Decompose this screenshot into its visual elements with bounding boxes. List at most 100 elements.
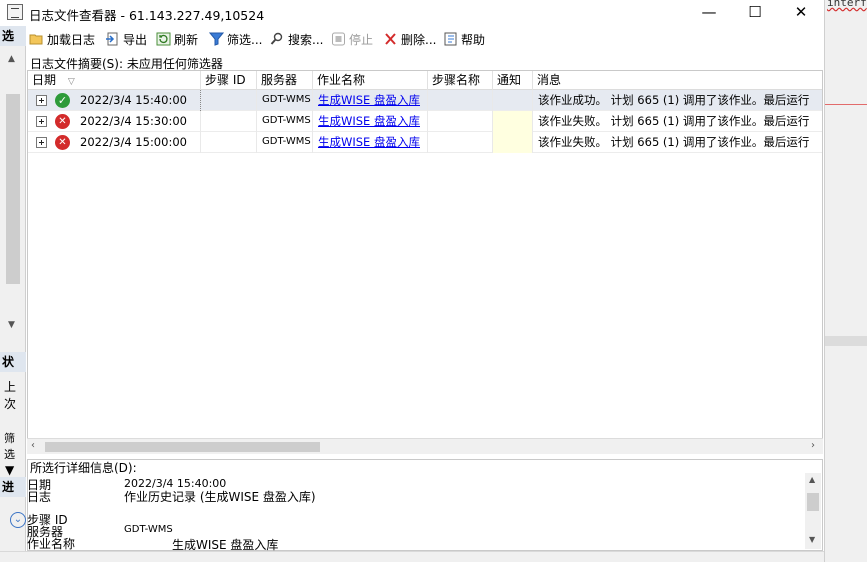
- server-cell: GDT-WMS: [257, 90, 313, 111]
- notify-cell: [493, 90, 533, 111]
- server-cell: GDT-WMS: [257, 111, 313, 132]
- message-cell: 该作业成功。 计划 665 (1) 调用了该作业。最后运行: [538, 93, 810, 107]
- step-id-cell: [201, 111, 257, 132]
- log-grid: 日期 ▽ 步骤 ID 服务器 作业名称 步骤名称 通知 消息 ✓ 2022/3/…: [27, 70, 823, 454]
- stop-button[interactable]: 停止: [331, 30, 373, 48]
- scroll-right-icon[interactable]: ›: [811, 440, 815, 451]
- vertical-scrollbar-thumb[interactable]: [807, 493, 819, 511]
- background-window-left-panel: 选 ▲ ▼ 状 上次 筛选 ▼ 进 ⌄: [0, 26, 26, 562]
- refresh-button[interactable]: 刷新: [156, 30, 198, 48]
- column-header-message[interactable]: 消息: [533, 71, 822, 90]
- expand-plus-icon[interactable]: [36, 137, 47, 148]
- error-x-icon: ✕: [55, 114, 70, 129]
- scroll-up-icon[interactable]: ▲: [8, 54, 15, 64]
- expand-plus-icon[interactable]: [36, 116, 47, 127]
- sort-descending-icon: ▽: [67, 77, 75, 87]
- column-header-step-id[interactable]: 步骤 ID: [201, 71, 257, 90]
- load-log-button[interactable]: 加载日志: [29, 30, 95, 48]
- export-button[interactable]: 导出: [105, 30, 147, 48]
- column-header-step-name[interactable]: 步骤名称: [428, 71, 493, 90]
- last-run-label: 上次: [4, 380, 17, 411]
- table-row[interactable]: ✓ 2022/3/4 15:40:00 GDT-WMS 生成WISE 盘盈入库 …: [28, 90, 822, 111]
- selected-row-details-label: 所选行详细信息(D):: [30, 461, 137, 475]
- funnel-icon: ▼: [5, 463, 15, 477]
- help-label: 帮助: [461, 32, 486, 47]
- message-cell: 该作业失败。 计划 665 (1) 调用了该作业。最后运行: [538, 114, 810, 128]
- log-viewer-app-icon: [7, 4, 23, 20]
- refresh-label: 刷新: [174, 32, 199, 47]
- column-header-job-name[interactable]: 作业名称: [313, 71, 428, 90]
- search-button[interactable]: 搜索...: [270, 30, 323, 48]
- detail-log-label: 日志: [27, 490, 52, 504]
- message-cell: 该作业失败。 计划 665 (1) 调用了该作业。最后运行: [538, 135, 810, 149]
- progress-section-header: 进: [0, 477, 26, 497]
- help-book-icon: [443, 32, 458, 46]
- filter-funnel-icon: [208, 32, 225, 46]
- column-header-server[interactable]: 服务器: [257, 71, 313, 90]
- filter-label: 筛选: [4, 432, 15, 461]
- left-panel-scrollbar-thumb[interactable]: [6, 94, 20, 284]
- step-id-cell: [201, 90, 257, 111]
- minimize-button[interactable]: —: [686, 0, 732, 26]
- background-editor-text: interf: [827, 0, 867, 9]
- delete-x-icon: [383, 32, 398, 46]
- grid-header: 日期 ▽ 步骤 ID 服务器 作业名称 步骤名称 通知 消息: [28, 71, 822, 90]
- date-cell: 2022/3/4 15:00:00: [80, 132, 201, 153]
- column-header-date[interactable]: 日期 ▽: [28, 71, 201, 90]
- delete-button[interactable]: 删除...: [383, 30, 436, 48]
- step-name-cell: [428, 132, 493, 153]
- help-button[interactable]: 帮助: [443, 30, 485, 48]
- export-icon: [105, 32, 120, 46]
- toolbar: 加载日志 导出 刷新 筛选... 搜索... 停止 删除... 帮助: [26, 27, 824, 51]
- server-cell: GDT-WMS: [257, 132, 313, 153]
- refresh-icon: [156, 32, 171, 46]
- filter-label: 筛选...: [227, 32, 263, 47]
- folder-open-icon: [29, 32, 44, 46]
- error-x-icon: ✕: [55, 135, 70, 150]
- close-button[interactable]: ✕: [778, 0, 824, 26]
- success-check-icon: ✓: [55, 93, 70, 108]
- select-page-header: 选: [0, 26, 26, 46]
- grid-horizontal-scrollbar[interactable]: ‹ ›: [27, 438, 823, 454]
- chevron-down-circle-icon[interactable]: ⌄: [10, 512, 26, 528]
- job-name-link[interactable]: 生成WISE 盘盈入库: [313, 90, 428, 111]
- bottom-status-strip: [0, 551, 824, 562]
- expand-plus-icon[interactable]: [36, 95, 47, 106]
- filter-button[interactable]: 筛选...: [208, 30, 263, 48]
- notify-cell: [493, 132, 533, 153]
- scroll-down-icon[interactable]: ▼: [8, 320, 15, 330]
- search-label: 搜索...: [288, 32, 324, 47]
- step-id-cell: [201, 132, 257, 153]
- detail-job-name-label: 作业名称: [27, 537, 76, 551]
- step-name-cell: [428, 90, 493, 111]
- load-log-label: 加载日志: [47, 32, 96, 47]
- background-window-right-panel: interf: [824, 0, 867, 562]
- date-cell: 2022/3/4 15:30:00: [80, 111, 201, 132]
- export-label: 导出: [123, 32, 148, 47]
- horizontal-scrollbar-thumb[interactable]: [45, 442, 320, 452]
- details-vertical-scrollbar[interactable]: ▲ ▼: [805, 473, 821, 549]
- scroll-left-icon[interactable]: ‹: [31, 440, 35, 451]
- background-divider: [825, 104, 867, 105]
- scroll-down-icon[interactable]: ▼: [809, 535, 815, 544]
- job-name-link[interactable]: 生成WISE 盘盈入库: [313, 111, 428, 132]
- window-title: 日志文件查看器 - 61.143.227.49,10524: [29, 8, 265, 23]
- search-icon: [270, 32, 285, 46]
- stop-icon: [331, 32, 346, 46]
- job-name-link[interactable]: 生成WISE 盘盈入库: [313, 132, 428, 153]
- table-row[interactable]: ✕ 2022/3/4 15:00:00 GDT-WMS 生成WISE 盘盈入库 …: [28, 132, 822, 153]
- delete-label: 删除...: [401, 32, 437, 47]
- column-header-notify[interactable]: 通知: [493, 71, 533, 90]
- stop-label: 停止: [349, 32, 374, 47]
- notify-cell: [493, 111, 533, 132]
- scroll-up-icon[interactable]: ▲: [809, 475, 815, 484]
- background-splitter: [825, 336, 867, 346]
- title-bar: 日志文件查看器 - 61.143.227.49,10524 — ☐ ✕: [0, 0, 824, 26]
- maximize-button[interactable]: ☐: [732, 0, 778, 26]
- date-cell: 2022/3/4 15:40:00: [80, 90, 201, 111]
- step-name-cell: [428, 111, 493, 132]
- selected-row-details-pane: [27, 459, 823, 551]
- status-section-header: 状: [0, 352, 26, 372]
- detail-server-value: GDT-WMS: [124, 524, 173, 535]
- table-row[interactable]: ✕ 2022/3/4 15:30:00 GDT-WMS 生成WISE 盘盈入库 …: [28, 111, 822, 132]
